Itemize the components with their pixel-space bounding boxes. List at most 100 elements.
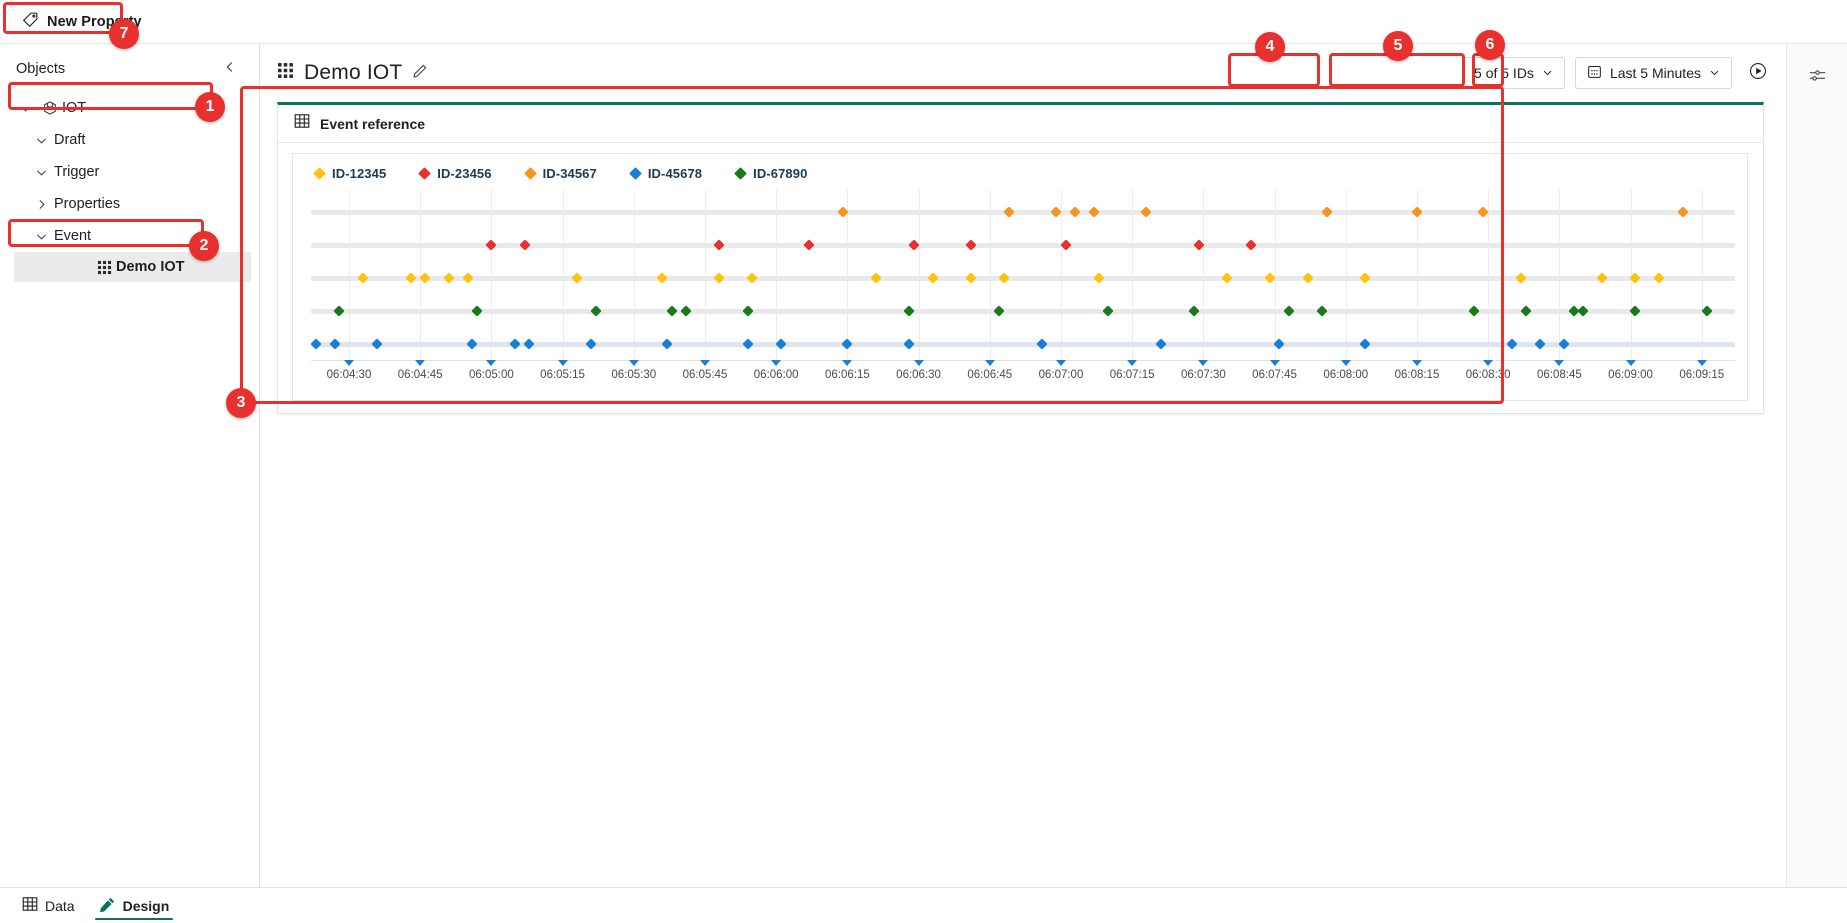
- data-point[interactable]: [590, 305, 602, 317]
- data-point[interactable]: [993, 305, 1005, 317]
- data-point[interactable]: [471, 305, 483, 317]
- chevron-right-icon[interactable]: [28, 198, 54, 211]
- data-point[interactable]: [1088, 206, 1100, 218]
- data-point[interactable]: [1515, 272, 1528, 284]
- tree-item-properties[interactable]: Properties: [0, 188, 259, 220]
- data-point[interactable]: [903, 338, 915, 350]
- data-point[interactable]: [1506, 338, 1518, 350]
- data-point[interactable]: [1411, 206, 1423, 218]
- legend-item[interactable]: ID-45678: [628, 166, 702, 181]
- data-point[interactable]: [333, 305, 346, 317]
- data-point[interactable]: [742, 338, 754, 350]
- data-point[interactable]: [661, 338, 673, 350]
- data-point[interactable]: [1359, 338, 1371, 350]
- data-point[interactable]: [666, 305, 678, 317]
- data-point[interactable]: [1677, 206, 1689, 218]
- data-point[interactable]: [1245, 239, 1257, 251]
- chevron-down-icon[interactable]: [28, 134, 54, 147]
- time-range-dropdown[interactable]: Last 5 Minutes: [1574, 57, 1732, 89]
- annotation-badge-6: 6: [1475, 30, 1505, 60]
- data-point[interactable]: [1102, 305, 1115, 317]
- axis-tick-marker: [984, 360, 995, 366]
- sidebar-collapse-button[interactable]: [219, 58, 241, 80]
- data-point[interactable]: [1468, 305, 1480, 317]
- data-point[interactable]: [357, 272, 369, 284]
- data-point[interactable]: [1577, 305, 1589, 317]
- data-point[interactable]: [310, 338, 322, 350]
- data-point[interactable]: [1596, 272, 1608, 284]
- data-point[interactable]: [461, 272, 474, 284]
- tree-item-label: Demo IOT: [116, 259, 185, 275]
- data-point[interactable]: [870, 272, 882, 284]
- legend-item[interactable]: ID-23456: [418, 166, 491, 181]
- legend-label: ID-34567: [542, 166, 597, 181]
- chevron-down-icon[interactable]: [28, 166, 54, 179]
- chevron-down-icon[interactable]: [12, 102, 38, 115]
- annotation-badge-1: 1: [195, 92, 225, 122]
- tree-item-draft[interactable]: Draft: [0, 124, 259, 156]
- data-point[interactable]: [466, 338, 479, 350]
- data-point[interactable]: [1302, 272, 1314, 284]
- data-point[interactable]: [1036, 338, 1048, 350]
- data-point[interactable]: [1359, 272, 1371, 284]
- data-point[interactable]: [656, 272, 668, 284]
- data-point[interactable]: [965, 239, 977, 251]
- data-point[interactable]: [1093, 272, 1105, 284]
- edit-title-button[interactable]: [412, 63, 428, 84]
- data-point[interactable]: [518, 239, 531, 251]
- data-point[interactable]: [998, 272, 1010, 284]
- tree-item-trigger[interactable]: Trigger: [0, 156, 259, 188]
- data-point[interactable]: [1283, 305, 1295, 317]
- data-point[interactable]: [965, 272, 977, 284]
- tree-item-demo-iot[interactable]: Demo IOT: [14, 252, 251, 282]
- grid-icon: [277, 62, 294, 84]
- event-scatter-chart[interactable]: ID-12345 ID-23456 ID-34567 ID-45678 ID-67890…: [292, 153, 1748, 401]
- data-point[interactable]: [571, 272, 583, 284]
- ids-filter-dropdown[interactable]: 5 of 5 IDs: [1462, 57, 1565, 89]
- data-point[interactable]: [1321, 206, 1333, 218]
- data-point[interactable]: [1221, 272, 1233, 284]
- data-point[interactable]: [509, 338, 521, 350]
- data-point[interactable]: [1140, 206, 1153, 218]
- axis-tick-marker: [699, 360, 710, 366]
- legend-item[interactable]: ID-12345: [313, 166, 386, 181]
- play-button[interactable]: [1742, 57, 1774, 89]
- chevron-down-icon[interactable]: [28, 230, 54, 243]
- data-point[interactable]: [442, 272, 455, 284]
- data-point[interactable]: [927, 272, 939, 284]
- data-point[interactable]: [485, 239, 498, 251]
- axis-tick-marker: [1696, 360, 1707, 366]
- data-point[interactable]: [1653, 272, 1665, 284]
- data-point[interactable]: [713, 272, 725, 284]
- data-point[interactable]: [1316, 305, 1328, 317]
- data-point[interactable]: [746, 272, 759, 284]
- data-point[interactable]: [523, 338, 536, 350]
- tab-design[interactable]: Design: [87, 888, 182, 923]
- settings-button[interactable]: [1801, 62, 1833, 94]
- tab-data[interactable]: Data: [10, 888, 87, 923]
- right-rail: [1786, 44, 1847, 887]
- data-point[interactable]: [680, 305, 692, 317]
- data-point[interactable]: [1003, 206, 1015, 218]
- table-icon: [294, 113, 310, 134]
- data-point[interactable]: [1188, 305, 1200, 317]
- tree-item-event[interactable]: Event: [0, 220, 259, 252]
- data-point[interactable]: [585, 338, 597, 350]
- data-point[interactable]: [405, 272, 417, 284]
- axis-tick-label: 06:04:45: [397, 369, 443, 381]
- axis-tick-label: 06:08:15: [1394, 369, 1440, 381]
- data-point[interactable]: [903, 305, 915, 317]
- data-point[interactable]: [841, 338, 854, 350]
- data-point[interactable]: [742, 305, 754, 317]
- data-point[interactable]: [803, 239, 816, 251]
- axis-tick-label: 06:06:00: [753, 369, 799, 381]
- data-point[interactable]: [329, 338, 341, 350]
- data-point[interactable]: [1534, 338, 1547, 350]
- data-point[interactable]: [713, 239, 725, 251]
- legend-item[interactable]: ID-67890: [734, 166, 807, 181]
- data-point[interactable]: [1069, 206, 1081, 218]
- data-point[interactable]: [1154, 338, 1167, 350]
- legend-item[interactable]: ID-34567: [523, 166, 597, 181]
- data-point[interactable]: [371, 338, 384, 350]
- data-point[interactable]: [1520, 305, 1532, 317]
